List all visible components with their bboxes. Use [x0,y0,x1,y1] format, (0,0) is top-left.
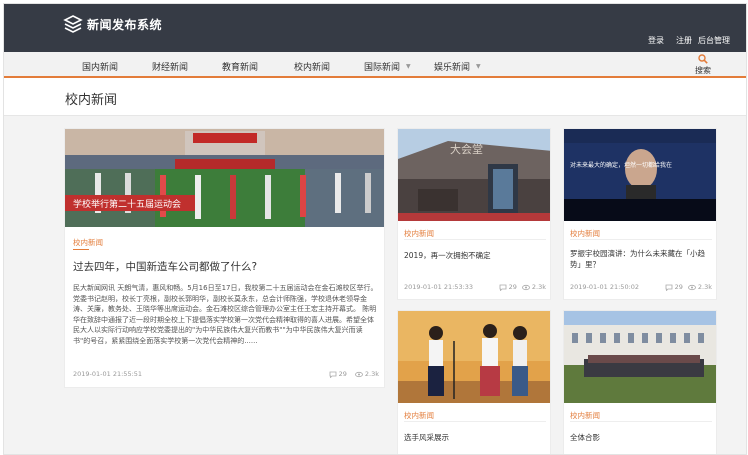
comment-count: 29 [329,370,347,378]
page-title: 校内新闻 [65,93,118,108]
nav-item-finance[interactable]: 财经新闻 [152,60,188,73]
publish-time: 2019-01-01 21:50:02 [570,283,640,291]
search-button[interactable]: 搜索 [691,54,715,76]
main-nav: 国内新闻 财经新闻 教育新闻 校内新闻 国际新闻 ▼ 娱乐新闻 ▼ 搜索 [4,52,746,78]
news-meta: 2019-01-01 21:50:02 29 2.3k [570,283,712,291]
featured-news-card[interactable]: 学校举行第二十五届运动会 校内新闻 过去四年，中国新造车公司都做了什么? 民大新… [64,128,385,388]
card-divider [570,239,712,240]
news-card[interactable]: 校内新闻 选手风采展示 [397,310,551,454]
category-label[interactable]: 校内新闻 [404,410,434,421]
nav-item-campus[interactable]: 校内新闻 [294,60,330,73]
news-card[interactable]: 对未来最大的确定，坦然一切都给我在 校内新闻 罗振宇校园演讲：为什么未来藏在「小… [563,128,717,300]
card-divider [404,421,546,422]
card-divider [404,239,546,240]
category-label[interactable]: 校内新闻 [404,228,434,239]
comment-value: 29 [674,283,683,291]
news-card[interactable]: 校内新闻 全体合影 [563,310,717,454]
chevron-down-icon: ▼ [476,63,481,70]
nav-label: 国内新闻 [82,63,119,73]
view-count: 2.3k [521,283,546,291]
nav-label: 娱乐新闻 [434,63,471,73]
news-meta: 2019-01-01 21:53:33 29 2.3k [404,283,546,291]
comment-value: 29 [508,283,517,291]
banner-text: 学校举行第二十五届运动会 [73,198,181,210]
group-photo-image [564,311,716,403]
chevron-down-icon: ▼ [406,63,411,70]
view-value: 2.3k [697,283,712,291]
eye-icon [687,284,696,290]
category-label[interactable]: 校内新闻 [73,237,103,248]
news-summary: 民大新闻网讯 天朗气清，惠风和畅。5月16日至17日，我校第二十五届运动会在金石… [73,284,378,345]
publish-time: 2019-01-01 21:55:51 [73,370,143,378]
comment-icon [329,371,337,378]
account-links: 登录 注册 后台管理 [648,35,730,46]
admin-link[interactable]: 后台管理 [698,35,730,46]
sports-meeting-image: 学校举行第二十五届运动会 [65,129,384,227]
eye-icon [354,371,363,377]
view-value: 2.3k [531,283,546,291]
view-count: 2.3k [354,370,379,378]
comment-count: 29 [665,283,683,291]
nav-item-international[interactable]: 国际新闻 ▼ [364,60,411,73]
comment-value: 29 [338,370,347,378]
comment-icon [499,284,507,291]
search-label: 搜索 [695,66,711,75]
building-sign: 大会堂 [450,142,483,156]
news-title[interactable]: 全体合影 [570,432,600,443]
nav-item-education[interactable]: 教育新闻 [222,60,258,73]
screen-text: 对未来最大的确定，坦然一切都给我在 [570,161,672,169]
nav-item-domestic[interactable]: 国内新闻 [82,60,118,73]
login-link[interactable]: 登录 [648,35,664,46]
register-link[interactable]: 注册 [676,35,692,46]
news-grid: 学校举行第二十五届运动会 校内新闻 过去四年，中国新造车公司都做了什么? 民大新… [4,116,746,454]
category-label[interactable]: 校内新闻 [570,228,600,239]
site-title: 新闻发布系统 [87,17,163,32]
nav-label: 财经新闻 [152,63,189,73]
news-card[interactable]: 大会堂 校内新闻 2019，再一次拥抱不确定 2019-01-01 21:53:… [397,128,551,300]
search-icon [698,54,708,64]
nav-item-entertainment[interactable]: 娱乐新闻 ▼ [434,60,481,73]
speech-stage-image: 对未来最大的确定，坦然一切都给我在 [564,129,716,221]
category-underline [73,249,89,250]
news-meta: 2019-01-01 21:55:51 29 2.3k [73,370,379,378]
section-header: 校内新闻 [4,80,746,116]
category-label[interactable]: 校内新闻 [570,410,600,421]
nav-label: 校内新闻 [294,63,331,73]
card-divider [570,421,712,422]
stack-logo-icon [63,15,83,33]
news-title[interactable]: 罗振宇校园演讲：为什么未来藏在「小趋势」里？ [570,248,712,270]
view-count: 2.3k [687,283,712,291]
publish-time: 2019-01-01 21:53:33 [404,283,474,291]
performers-image [398,311,550,403]
site-logo[interactable]: 新闻发布系统 [62,13,162,35]
news-title[interactable]: 2019，再一次拥抱不确定 [404,250,546,261]
nav-label: 教育新闻 [222,63,259,73]
eye-icon [521,284,530,290]
auditorium-image: 大会堂 [398,129,550,221]
comment-count: 29 [499,283,517,291]
news-title[interactable]: 选手风采展示 [404,432,449,443]
top-header: 新闻发布系统 登录 注册 后台管理 [4,4,746,52]
nav-label: 国际新闻 [364,63,401,73]
page: 新闻发布系统 登录 注册 后台管理 国内新闻 财经新闻 教育新闻 校内新闻 国际… [3,3,747,455]
view-value: 2.3k [364,370,379,378]
news-title[interactable]: 过去四年，中国新造车公司都做了什么? [73,259,257,274]
comment-icon [665,284,673,291]
